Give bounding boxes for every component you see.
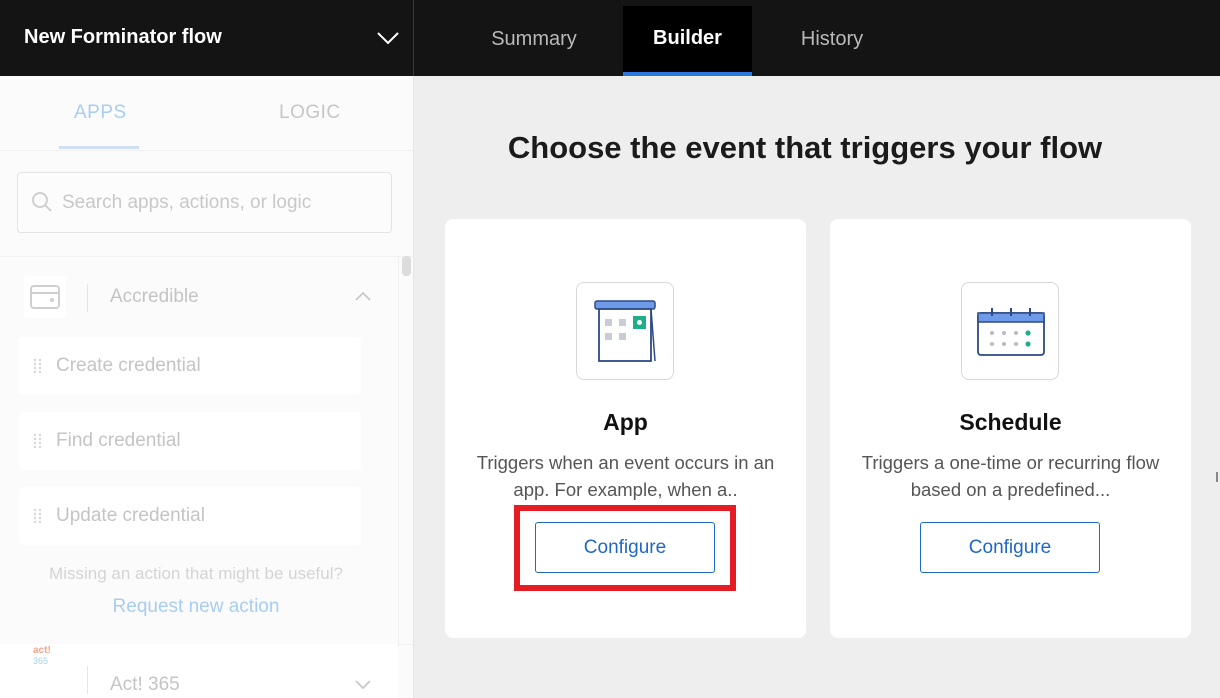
card-title: Schedule [959,409,1062,435]
tab-summary[interactable]: Summary [470,6,598,76]
configure-schedule-button[interactable]: Configure [920,522,1100,573]
app-accordion-header[interactable]: Accredible [0,262,398,332]
chevron-down-icon[interactable] [354,678,372,690]
drag-handle-icon[interactable] [33,358,43,374]
action-label: Create credential [56,355,201,376]
tab-apps[interactable]: APPS [74,102,127,124]
active-tab-indicator [59,146,139,149]
action-item-update-credential[interactable]: Update credential [19,487,361,545]
action-item-find-credential[interactable]: Find credential [19,412,361,470]
divider [0,150,413,151]
edge-marker [1216,472,1220,482]
search-icon [32,192,52,212]
separator [87,666,88,694]
trigger-card-schedule: Schedule Triggers a one-time or recurrin… [830,219,1191,638]
chevron-up-icon[interactable] [354,290,372,302]
search-input[interactable] [62,173,382,232]
tab-builder[interactable]: Builder [623,6,752,76]
tab-history[interactable]: History [772,6,892,76]
sidebar: APPS LOGIC Accredible Create credenti [0,76,414,698]
card-description: Triggers a one-time or recurring flow ba… [861,452,1160,500]
action-item-create-credential[interactable]: Create credential [19,337,361,395]
action-label: Find credential [56,430,181,451]
chevron-down-icon [377,32,399,45]
flow-name-dropdown[interactable]: New Forminator flow [0,0,414,76]
app-name: Accredible [110,286,199,307]
drag-handle-icon[interactable] [33,508,43,524]
drag-handle-icon[interactable] [33,433,43,449]
flow-name: New Forminator flow [24,26,222,48]
card-title: App [603,409,648,435]
scrollbar-thumb[interactable] [402,256,411,276]
request-new-action-link[interactable]: Request new action [0,596,392,618]
app-trigger-icon [576,282,674,380]
missing-action-text: Missing an action that might be useful? [49,564,343,583]
divider [0,256,413,257]
highlight-box [514,505,736,591]
card-description: Triggers when an event occurs in an app.… [476,452,775,500]
act365-logo-icon: act! 365 [33,645,51,667]
separator [87,284,88,312]
tab-logic[interactable]: LOGIC [279,102,341,124]
scroll-track [398,256,399,646]
search-box[interactable] [17,172,392,233]
calendar-icon [961,282,1059,380]
page-title: Choose the event that triggers your flow [507,130,1103,165]
app-accordion-header-act365[interactable]: act! 365 Act! 365 [0,644,398,698]
action-label: Update credential [56,505,205,526]
app-name: Act! 365 [110,674,180,695]
accredible-logo-icon [24,276,66,318]
top-bar: New Forminator flow Summary Builder Hist… [0,0,1220,76]
